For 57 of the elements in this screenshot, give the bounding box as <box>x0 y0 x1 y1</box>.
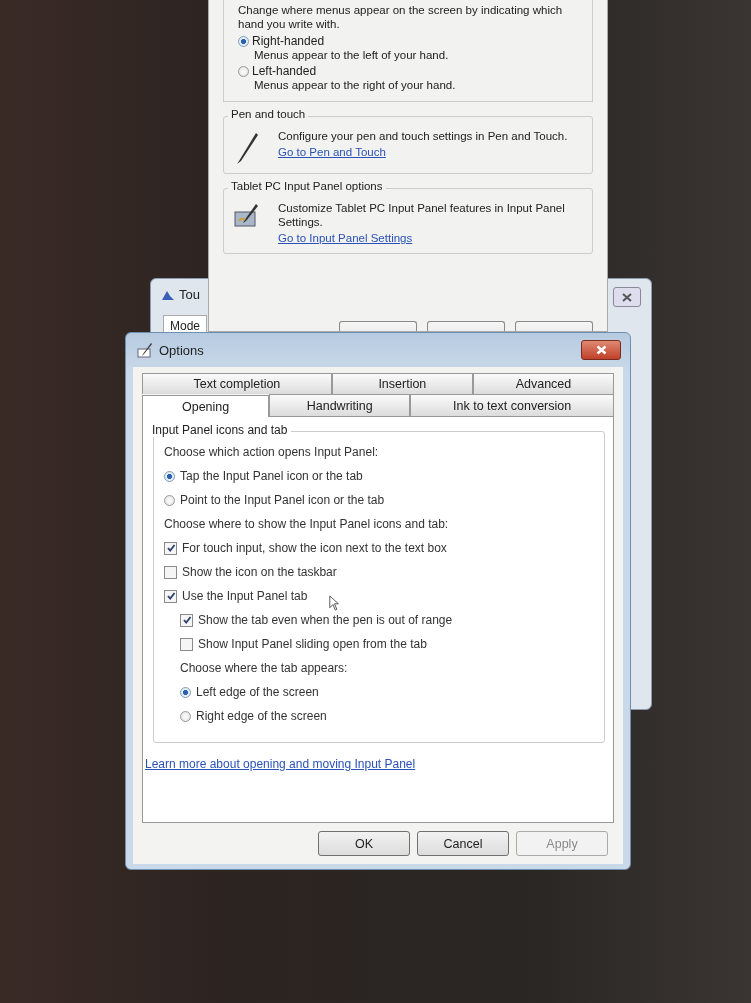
tab[interactable]: Opening <box>142 395 270 417</box>
description-text: Configure your pen and touch settings in Pen and Touch. <box>278 129 568 143</box>
radio-label[interactable]: Right-handed <box>252 34 325 48</box>
close-icon <box>595 345 607 355</box>
mouse-pointer-icon <box>329 595 340 611</box>
section-label: Choose where the tab appears: <box>180 661 348 675</box>
checkbox-label[interactable]: Show the tab even when the pen is out of range <box>198 613 453 627</box>
link[interactable]: Go to Input Panel Settings <box>278 231 582 245</box>
option-description: Menus appear to the right of your hand. <box>253 79 457 91</box>
tab[interactable]: Insertion <box>331 373 473 394</box>
description-text: Change where menus appear on the screen by indicating which hand you write with. <box>238 3 564 31</box>
tablet-pen-icon <box>234 203 260 229</box>
radio-button[interactable] <box>164 494 175 506</box>
checkbox-label[interactable]: For touch input, show the icon next to the text box <box>182 541 447 555</box>
checkbox-label[interactable]: Use the Input Panel tab <box>182 589 308 603</box>
pen-icon <box>234 131 260 165</box>
pen-paper-icon <box>137 342 153 358</box>
tab[interactable]: Text completion <box>142 373 332 394</box>
group-title: Tablet PC Input Panel options <box>228 180 386 192</box>
dialog-button[interactable]: OK <box>318 831 410 856</box>
radio-button[interactable] <box>180 710 191 722</box>
tab[interactable]: Handwriting <box>269 394 411 416</box>
radio-button[interactable] <box>164 470 175 482</box>
checkbox-label[interactable]: Show Input Panel sliding open from the tab <box>198 637 427 651</box>
checkbox[interactable] <box>164 565 177 579</box>
checkbox[interactable] <box>164 541 177 555</box>
radio-label[interactable]: Right edge of the screen <box>196 709 327 723</box>
link[interactable]: Go to Pen and Touch <box>278 145 568 159</box>
radio-button[interactable] <box>180 686 191 698</box>
radio-button[interactable] <box>238 65 249 77</box>
checkbox[interactable] <box>180 637 193 651</box>
close-button[interactable] <box>581 340 621 360</box>
radio-label[interactable]: Tap the Input Panel icon or the tab <box>180 469 363 483</box>
radio-button[interactable] <box>238 35 249 47</box>
dialog-button[interactable]: Cancel <box>417 831 509 856</box>
section-label: Choose which action opens Input Panel: <box>164 445 379 459</box>
section-label: Choose where to show the Input Panel icons and tab: <box>164 517 449 531</box>
checkbox-label[interactable]: Show the icon on the taskbar <box>182 565 337 579</box>
window-title: Tou <box>179 287 200 302</box>
checkbox[interactable] <box>180 613 193 627</box>
radio-label[interactable]: Point to the Input Panel icon or the tab <box>180 493 385 507</box>
radio-label[interactable]: Left edge of the screen <box>196 685 319 699</box>
option-description: Menus appear to the left of your hand. <box>253 49 450 61</box>
description-text: Customize Tablet PC Input Panel features in Input Panel Settings. <box>278 201 566 229</box>
tab[interactable]: Advanced <box>472 373 614 394</box>
dialog-button[interactable] <box>515 321 593 331</box>
dialog-button[interactable] <box>339 321 417 331</box>
close-icon <box>622 292 632 302</box>
learn-more-link[interactable]: Learn more about opening and moving Input Panel <box>145 757 605 771</box>
dialog-button[interactable] <box>427 321 505 331</box>
window-title: Options <box>159 342 204 358</box>
checkbox[interactable] <box>164 589 177 603</box>
close-button[interactable] <box>613 287 641 307</box>
radio-label[interactable]: Left-handed <box>252 64 317 78</box>
group-title: Pen and touch <box>228 108 309 120</box>
tab[interactable]: Ink to text conversion <box>410 394 614 416</box>
group-title: Input Panel icons and tab <box>152 423 292 437</box>
